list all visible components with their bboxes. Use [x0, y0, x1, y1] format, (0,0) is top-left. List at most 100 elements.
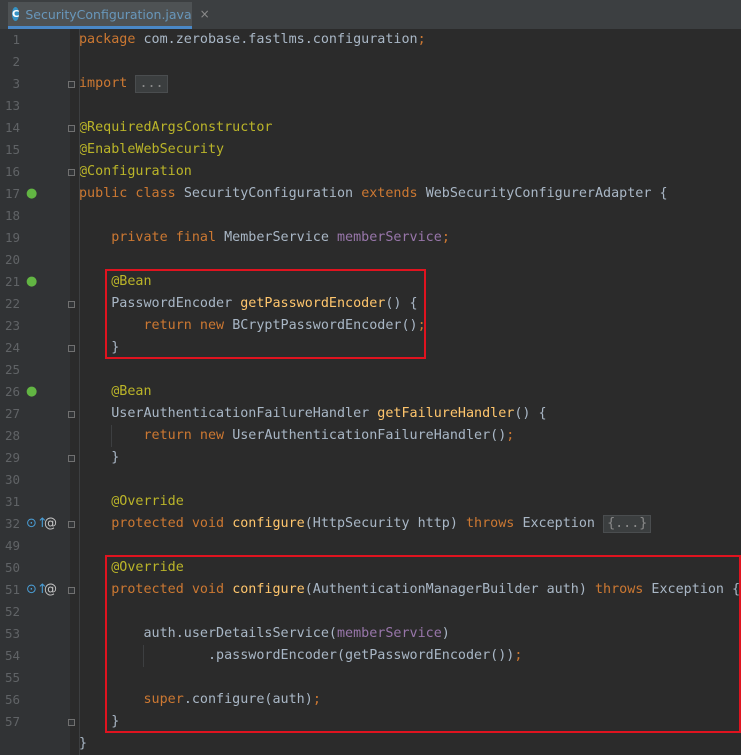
code-text: @Configuration: [79, 161, 192, 183]
folded-code-block[interactable]: ...: [135, 75, 168, 93]
java-class-icon: C: [12, 7, 20, 21]
code-line[interactable]: 27 UserAuthenticationFailureHandler getF…: [0, 403, 741, 425]
highlight-box-password-encoder: [105, 269, 426, 359]
highlight-box-configure-auth: [105, 555, 741, 733]
code-token: }: [79, 450, 120, 465]
code-line[interactable]: 2: [0, 51, 741, 73]
annotation-token: @RequiredArgsConstructor: [79, 120, 273, 135]
line-number: 27: [4, 406, 20, 421]
file-tab[interactable]: C SecurityConfiguration.java ×: [8, 2, 210, 29]
code-line[interactable]: 30: [0, 469, 741, 491]
editor-tab-bar: C SecurityConfiguration.java ×: [0, 0, 741, 30]
code-text: @EnableWebSecurity: [79, 139, 224, 161]
code-line[interactable]: 17 public class SecurityConfiguration ext…: [0, 183, 741, 205]
line-number: 51: [4, 582, 20, 597]
line-number: 26: [4, 384, 20, 399]
code-line[interactable]: 25: [0, 359, 741, 381]
keyword-token: throws: [466, 516, 523, 531]
code-line[interactable]: 19 private final MemberService memberSer…: [0, 227, 741, 249]
code-token: SecurityConfiguration: [183, 186, 362, 201]
annotation-token: @Bean: [111, 384, 152, 399]
code-line[interactable]: 18: [0, 205, 741, 227]
code-line[interactable]: 16 @Configuration: [0, 161, 741, 183]
line-number: 21: [4, 274, 20, 289]
line-number: 20: [4, 252, 20, 267]
fold-toggle-icon[interactable]: [68, 587, 75, 594]
fold-toggle-icon[interactable]: [68, 345, 75, 352]
fold-toggle-icon[interactable]: [68, 521, 75, 528]
line-number: 25: [4, 362, 20, 377]
line-number: 54: [4, 648, 20, 663]
line-number: 23: [4, 318, 20, 333]
code-token: MemberService: [224, 230, 337, 245]
keyword-token: protected void: [111, 516, 233, 531]
indent-guide: [111, 425, 112, 447]
line-number: 28: [4, 428, 20, 443]
keyword-token: package: [79, 32, 144, 47]
keyword-token: private final: [111, 230, 225, 245]
keyword-token: ;: [441, 230, 450, 245]
code-text: private final MemberService memberServic…: [79, 227, 450, 249]
spring-bean-icon[interactable]: ●: [26, 274, 37, 289]
code-line[interactable]: 26 @Bean: [0, 381, 741, 403]
line-number: 15: [4, 142, 20, 157]
fold-toggle-icon[interactable]: [68, 169, 75, 176]
line-number: 18: [4, 208, 20, 223]
line-number: 1: [12, 32, 20, 47]
fold-toggle-icon[interactable]: [68, 125, 75, 132]
line-number: 14: [4, 120, 20, 135]
line-number: 22: [4, 296, 20, 311]
code-text: public class SecurityConfiguration exten…: [79, 183, 668, 205]
close-icon[interactable]: ×: [200, 7, 210, 21]
line-number: 2: [12, 54, 20, 69]
fold-toggle-icon[interactable]: [68, 411, 75, 418]
line-number: 49: [4, 538, 20, 553]
code-line[interactable]: 31 @Override: [0, 491, 741, 513]
annotation-at-icon[interactable]: @: [44, 582, 57, 597]
fold-toggle-icon[interactable]: [68, 81, 75, 88]
code-text: protected void configure(HttpSecurity ht…: [79, 513, 652, 535]
spring-bean-icon[interactable]: ●: [26, 384, 37, 399]
fold-toggle-icon[interactable]: [68, 719, 75, 726]
code-text: @Bean: [79, 381, 152, 403]
keyword-token: ;: [506, 428, 515, 443]
line-number: 17: [4, 186, 20, 201]
code-line[interactable]: 3 import ...: [0, 73, 741, 95]
code-token: UserAuthenticationFailureHandler(): [232, 428, 507, 443]
line-number: 32: [4, 516, 20, 531]
code-text: @Override: [79, 491, 184, 513]
code-line[interactable]: 13: [0, 95, 741, 117]
line-number: 3: [12, 76, 20, 91]
code-token: com.zerobase.fastlms.configuration: [143, 32, 418, 47]
line-number: 56: [4, 692, 20, 707]
fold-toggle-icon[interactable]: [68, 301, 75, 308]
code-line[interactable]: 29 }: [0, 447, 741, 469]
annotation-token: @Configuration: [79, 164, 192, 179]
code-token: (HttpSecurity http): [304, 516, 466, 531]
line-number: 30: [4, 472, 20, 487]
code-token: () {: [514, 406, 547, 421]
line-number: 19: [4, 230, 20, 245]
code-line[interactable]: }: [0, 733, 741, 755]
code-line[interactable]: 49: [0, 535, 741, 557]
code-line[interactable]: 1 package com.zerobase.fastlms.configurat…: [0, 29, 741, 51]
keyword-token: extends: [361, 186, 426, 201]
code-text: package com.zerobase.fastlms.configurati…: [79, 29, 426, 51]
code-line[interactable]: 20: [0, 249, 741, 271]
code-line[interactable]: 32 protected void configure(HttpSecurity…: [0, 513, 741, 535]
folded-code-block[interactable]: {...}: [603, 515, 652, 533]
code-text: }: [79, 447, 119, 469]
annotation-at-icon[interactable]: @: [44, 516, 57, 531]
spring-bean-icon[interactable]: ●: [26, 186, 37, 201]
line-number: 55: [4, 670, 20, 685]
code-text: }: [79, 733, 87, 755]
code-text: import ...: [79, 73, 168, 95]
line-number: 31: [4, 494, 20, 509]
code-text: return new UserAuthenticationFailureHand…: [79, 425, 515, 447]
code-line[interactable]: 14 @RequiredArgsConstructor: [0, 117, 741, 139]
fold-toggle-icon[interactable]: [68, 455, 75, 462]
code-line[interactable]: 15 @EnableWebSecurity: [0, 139, 741, 161]
method-name-token: configure: [232, 516, 305, 531]
